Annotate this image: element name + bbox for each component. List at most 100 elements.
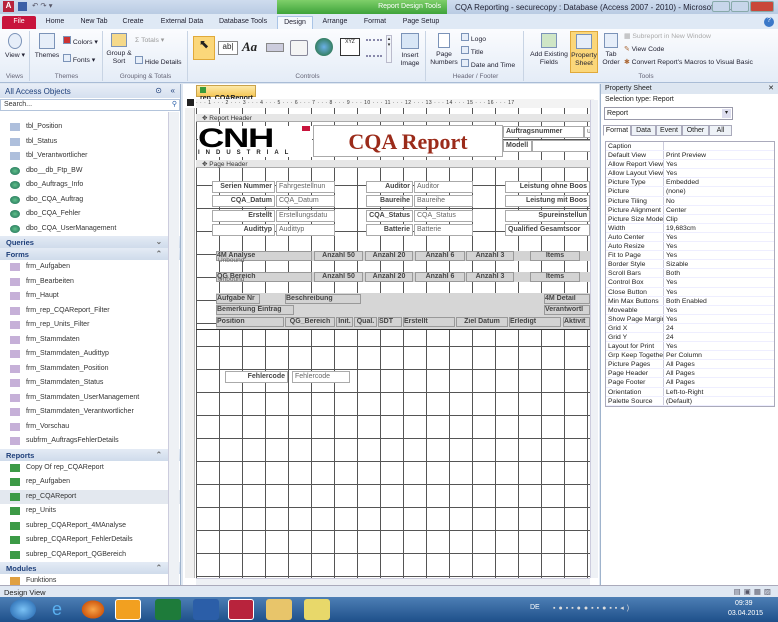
nav-item[interactable]: rep_Aufgaben [0,475,180,490]
col-qual[interactable]: Qual. [354,317,377,327]
qg-anzahl20[interactable]: Anzahl 20 [365,272,413,282]
col-sdt[interactable]: SDT [378,317,402,327]
fehlercode-field[interactable]: Fehlercode [292,371,350,383]
nav-item[interactable]: rep_Units [0,504,180,519]
clock-date[interactable]: 03.04.2015 [728,610,763,617]
property-value[interactable]: Center [664,206,774,214]
property-value[interactable]: Both [664,269,774,277]
analyse-items[interactable]: Items [530,251,580,261]
aufgabe-nr-label[interactable]: Aufgabe Nr [216,294,260,304]
property-value[interactable]: 24 [664,324,774,332]
insert-image-button[interactable]: Insert Image [396,33,424,68]
ps-tab-event[interactable]: Event [656,125,682,136]
leistung-mit-label[interactable]: Leistung mit Boos [505,195,590,207]
serien-nummer-label[interactable]: Serien Nummer [212,181,275,193]
qualified-label[interactable]: Qualified Gesamtscor [505,224,590,236]
property-value[interactable]: Yes [664,251,774,259]
minimize-button[interactable] [712,1,730,12]
property-row[interactable]: Grp Keep Together Per Column [606,351,774,361]
modell-field[interactable] [532,140,590,152]
nav-item[interactable]: frm_Bearbeiten [0,275,180,290]
report-header-band[interactable]: ✥ Report Header [196,114,590,122]
property-row[interactable]: Auto Center Yes [606,232,774,243]
tab-control-icon[interactable] [290,40,308,56]
col-qg-bereich[interactable]: QG_Bereich [285,317,335,327]
col-init[interactable]: Init. [336,317,353,327]
subform-control-icon[interactable] [366,39,382,57]
group-sort-button[interactable]: Group & Sort [106,33,132,66]
nav-item[interactable]: subrep_CQAReport_QGBereich [0,548,180,563]
modell-label[interactable]: Modell [503,140,532,152]
analyse-anzahl6[interactable]: Anzahl 6 [415,251,465,261]
property-row[interactable]: Moveable Yes [606,305,774,315]
themes-button[interactable]: Themes [33,33,61,60]
property-value[interactable]: 19,683cm [664,224,774,232]
tab-create[interactable]: Create [118,16,148,29]
section-forms[interactable]: Forms ⌃ [0,248,180,260]
property-value[interactable]: No [664,197,774,205]
property-value[interactable]: All Pages [664,378,774,386]
property-row[interactable]: Allow Layout View Yes [606,169,774,179]
property-row[interactable]: Picture (none) [606,187,774,197]
nav-item[interactable]: frm_Stammdaten_UserManagement [0,391,180,406]
bemerkung-label[interactable]: Bemerkung Eintrag [216,305,294,315]
audittyp-label[interactable]: Audittyp [212,224,275,236]
cnh-logo[interactable]: CNH INDUSTRIAL [198,125,312,157]
nav-item[interactable]: frm_Stammdaten_Verantwortlicher [0,405,180,420]
property-value[interactable]: Left-to-Right [664,388,774,396]
property-row[interactable]: Page Header All Pages [606,369,774,379]
property-value[interactable]: All Pages [664,369,774,377]
property-value[interactable]: Both Enabled [664,297,774,305]
section-queries[interactable]: Queries ⌄ [0,236,180,248]
verantwortlich-label[interactable]: Verantwortl [544,305,590,315]
property-row[interactable]: Picture Size Mode Clip [606,214,774,224]
cqa-status-field[interactable]: CQA_Status [414,210,473,222]
property-value[interactable]: (Default) [664,397,774,405]
subreport-new-window-button[interactable]: ▦ Subreport in New Window [624,33,711,41]
nav-item[interactable]: dbo_CQA_Auftrag [0,193,180,208]
select-tool-icon[interactable]: ⬉ [193,36,215,60]
tray-icons[interactable]: ▪●▪▪●●▪▪●▪▪◂) [553,604,632,612]
property-row[interactable]: Grid X 24 [606,323,774,333]
property-row[interactable]: Palette Source (Default) [606,396,774,406]
search-icon[interactable]: ⚲ [172,100,177,108]
tab-page-setup[interactable]: Page Setup [398,16,444,29]
auftragsnummer-label[interactable]: Auftragsnummer [503,126,584,138]
add-existing-fields-button[interactable]: Add Existing Fields [530,33,568,67]
property-value[interactable]: Yes [664,315,774,323]
hyperlink-globe-icon[interactable] [315,38,333,56]
property-value[interactable] [664,142,774,150]
search-input[interactable]: Search... ⚲ [0,99,180,111]
chevron-down-icon[interactable]: ▾ [722,109,731,118]
colors-button[interactable]: Colors ▾ [63,36,98,47]
controls-more-icon[interactable]: ▴ ▾ [386,35,392,63]
textbox-control-icon[interactable]: ab| [218,41,238,55]
property-value[interactable]: (none) [664,187,774,195]
property-row[interactable]: Page Footer All Pages [606,378,774,388]
excel-icon[interactable] [155,599,181,620]
nav-item[interactable]: dbo_CQA_UserManagement [0,222,180,237]
selection-dropdown[interactable]: Report ▾ [604,107,733,120]
chart-control-icon[interactable]: XYZ [340,38,360,56]
property-value[interactable]: Sizable [664,260,774,268]
property-value[interactable]: Yes [664,342,774,350]
nav-item[interactable]: frm_rep_Units_Filter [0,318,180,333]
property-value[interactable]: All Pages [664,360,774,368]
nav-menu-icon[interactable]: ⊙ [155,86,162,95]
nav-item[interactable]: frm_Stammdaten_Position [0,362,180,377]
nav-item[interactable]: frm_Stammdaten_Audittyp [0,347,180,362]
col-erstellt[interactable]: Erstellt [403,317,455,327]
property-row[interactable]: Picture Pages All Pages [606,360,774,370]
analyse-anzahl20[interactable]: Anzahl 20 [365,251,413,261]
help-icon[interactable]: ? [764,17,774,27]
property-sheet-button[interactable]: Property Sheet [570,31,598,73]
page-numbers-button[interactable]: Page Numbers [430,33,458,67]
nav-item[interactable]: subrep_CQAReport_4MAnalyse [0,519,180,534]
title-button[interactable]: Title [461,46,483,57]
label-control-icon[interactable]: Aa [242,39,257,55]
nav-item[interactable]: subrep_CQAReport_FehlerDetails [0,533,180,548]
save-icon[interactable] [18,2,27,11]
media-player-icon[interactable] [80,599,106,620]
auditor-field[interactable]: Auditor [414,181,473,193]
ps-tab-all[interactable]: All [709,125,732,136]
